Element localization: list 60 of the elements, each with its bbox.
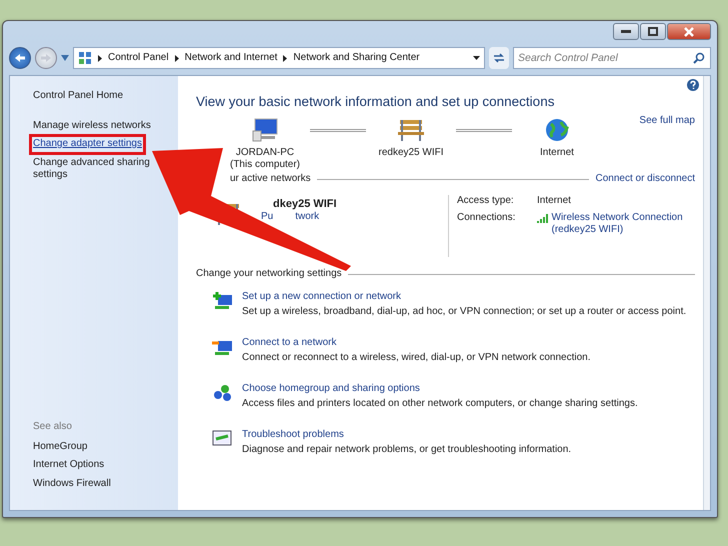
breadcrumb[interactable]: Network and Sharing Center xyxy=(293,52,420,64)
map-node-label: redkey25 WIFI xyxy=(378,146,444,160)
network-type-link[interactable]: Pu xyxy=(261,211,274,224)
maximize-button[interactable] xyxy=(640,23,666,40)
map-node-label: JORDAN-PC (This computer) xyxy=(230,146,300,172)
field-label: Access type: xyxy=(457,195,515,208)
chevron-icon[interactable] xyxy=(174,54,179,62)
connect-link[interactable]: Connect or disconnect xyxy=(595,172,695,186)
breadcrumb[interactable]: Control Panel xyxy=(108,52,169,64)
task-description: Diagnose and repair network problems, or get troubleshooting information. xyxy=(242,444,572,457)
close-icon xyxy=(683,26,695,36)
task-link[interactable]: Set up a new connection or network xyxy=(242,290,401,304)
signal-icon xyxy=(537,214,549,223)
field-value: Internet xyxy=(537,195,572,208)
search-field[interactable]: Search Control Panel xyxy=(513,47,711,69)
forward-button[interactable] xyxy=(35,47,57,69)
homegroup-icon xyxy=(212,382,234,403)
globe-icon xyxy=(543,116,571,143)
task-description: Connect or reconnect to a wireless, wired, dial-up, or VPN network connection. xyxy=(242,352,591,365)
chevron-icon[interactable] xyxy=(98,54,102,62)
task-description: Set up a wireless, broadband, dial-up, ad hoc, or VPN connection; or set up a router or access point. xyxy=(242,306,686,319)
section-heading: Change your networking settings xyxy=(196,268,342,281)
back-button[interactable] xyxy=(9,47,31,69)
task-link[interactable]: Choose homegroup and sharing options xyxy=(242,382,420,396)
network-plus-icon xyxy=(212,290,234,311)
see-also-heading: See also xyxy=(33,421,73,434)
sidebar-link[interactable]: Manage wireless networks xyxy=(33,120,158,132)
network-name: dkey25 WIFI xyxy=(273,198,337,212)
page-title: View your basic network information and set up connections xyxy=(196,94,556,111)
sidebar-link[interactable]: HomeGroup xyxy=(33,440,88,453)
scrollbar[interactable] xyxy=(703,76,710,510)
section-heading: ur active networks xyxy=(230,172,311,186)
minimize-button[interactable] xyxy=(613,23,639,40)
chevron-icon[interactable] xyxy=(283,54,288,62)
see-full-map-link[interactable]: See full map xyxy=(639,114,695,128)
network-type-link[interactable]: twork xyxy=(295,211,320,224)
search-icon xyxy=(693,52,705,64)
refresh-icon xyxy=(492,52,506,64)
computer-icon xyxy=(251,116,279,143)
minimize-icon xyxy=(621,30,631,34)
back-arrow-icon xyxy=(14,53,26,63)
sidebar-link[interactable]: Control Panel Home xyxy=(33,90,158,102)
maximize-icon xyxy=(648,27,658,36)
sidebar-link[interactable]: Windows Firewall xyxy=(33,478,111,490)
sidebar-link[interactable]: Change advanced sharing settings xyxy=(33,156,158,182)
sidebar-link[interactable]: Internet Options xyxy=(33,459,104,472)
refresh-button[interactable] xyxy=(489,47,509,69)
field-label: Connections: xyxy=(457,212,516,225)
connection-link[interactable]: Wireless Network Connection (redkey25 WIFI) xyxy=(552,212,683,237)
address-bar[interactable]: Control Panel Network and Internet Network and Sharing Center xyxy=(73,47,485,69)
control-panel-icon xyxy=(78,51,92,65)
task-link[interactable]: Troubleshoot problems xyxy=(242,428,344,442)
task-description: Access files and printers located on other network computers, or change sharing settings. xyxy=(242,398,638,411)
breadcrumb[interactable]: Network and Internet xyxy=(184,52,278,64)
close-button[interactable] xyxy=(667,23,711,40)
dropdown-icon[interactable] xyxy=(473,56,480,60)
help-icon[interactable] xyxy=(687,79,699,91)
forward-arrow-icon xyxy=(40,53,52,63)
map-node-label: Internet xyxy=(540,146,574,160)
task-link[interactable]: Connect to a network xyxy=(242,336,336,350)
